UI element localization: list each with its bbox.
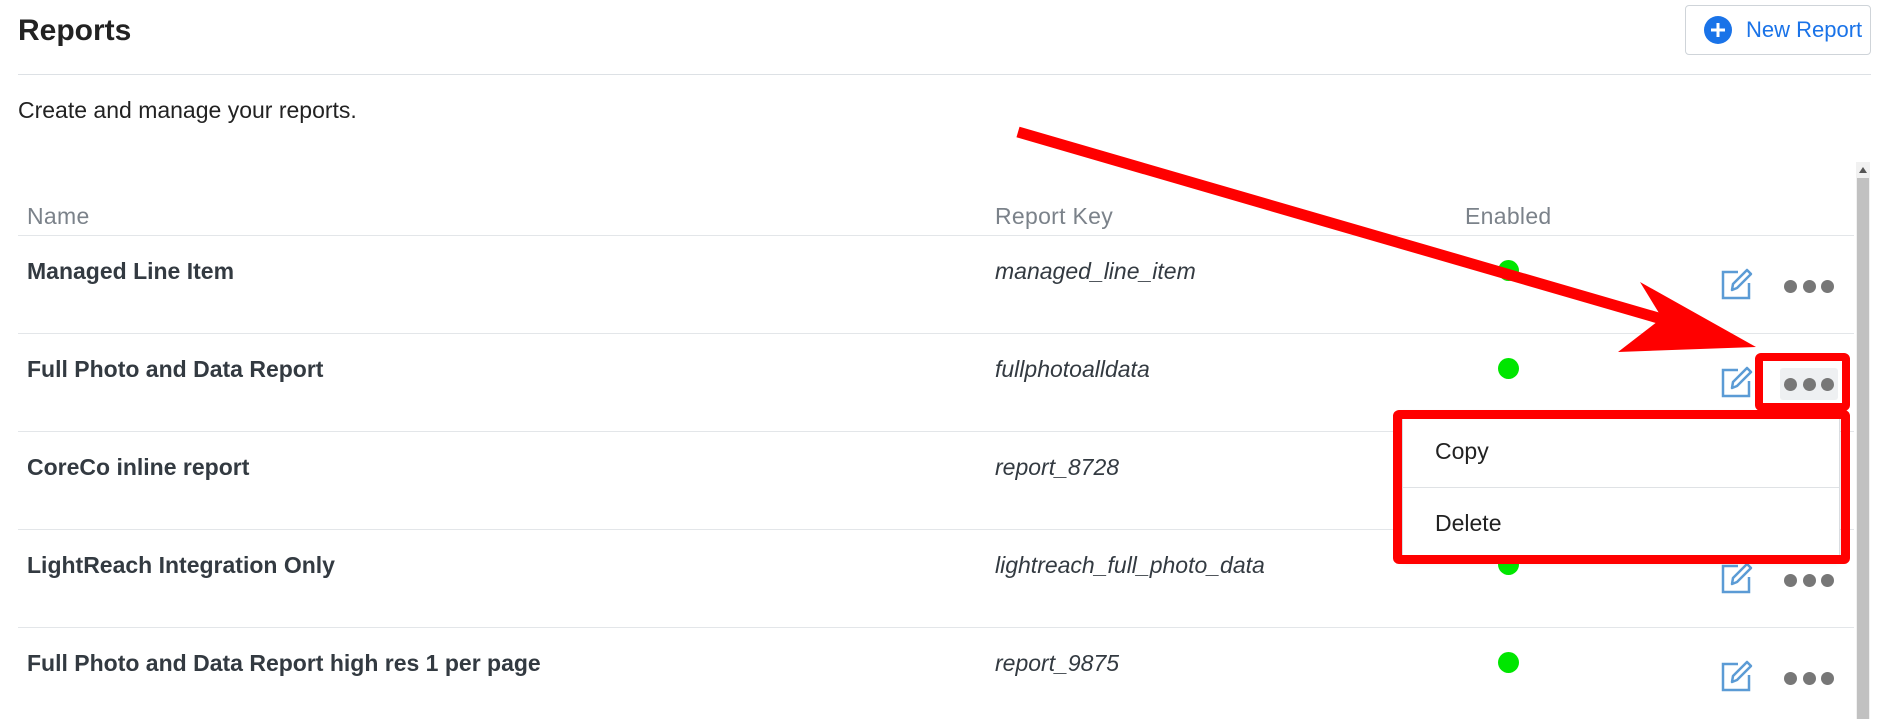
enabled-status-dot bbox=[1498, 260, 1519, 281]
reports-page: Reports New Report Create and manage you… bbox=[0, 0, 1888, 719]
edit-icon[interactable] bbox=[1718, 658, 1754, 694]
scrollbar-thumb[interactable] bbox=[1857, 178, 1869, 719]
plus-circle-icon bbox=[1704, 16, 1732, 44]
report-key: fullphotoalldata bbox=[995, 356, 1150, 382]
annotation-highlight-menu bbox=[1393, 410, 1850, 564]
report-name: Full Photo and Data Report bbox=[27, 356, 324, 382]
more-options-button[interactable] bbox=[1780, 564, 1838, 596]
report-name: LightReach Integration Only bbox=[27, 552, 335, 578]
vertical-scrollbar[interactable] bbox=[1856, 162, 1870, 719]
report-name: Full Photo and Data Report high res 1 pe… bbox=[27, 650, 541, 676]
column-header-name: Name bbox=[27, 203, 90, 229]
page-title: Reports bbox=[18, 14, 132, 47]
annotation-highlight-more-button bbox=[1755, 353, 1850, 411]
table-row: Full Photo and Data Report high res 1 pe… bbox=[18, 628, 1854, 719]
new-report-label: New Report bbox=[1746, 17, 1863, 42]
new-report-button[interactable]: New Report bbox=[1685, 5, 1871, 55]
table-header: Name Report Key Enabled bbox=[18, 193, 1854, 236]
table-row: Managed Line Item managed_line_item bbox=[18, 236, 1854, 334]
report-key: report_9875 bbox=[995, 650, 1120, 676]
column-header-enabled: Enabled bbox=[1465, 203, 1552, 229]
more-options-button[interactable] bbox=[1780, 270, 1838, 302]
report-key: managed_line_item bbox=[995, 258, 1196, 284]
page-header: Reports New Report bbox=[18, 0, 1871, 75]
report-name: Managed Line Item bbox=[27, 258, 235, 284]
report-key: report_8728 bbox=[995, 454, 1120, 480]
report-key: lightreach_full_photo_data bbox=[995, 552, 1265, 578]
more-options-button[interactable] bbox=[1780, 662, 1838, 694]
edit-icon[interactable] bbox=[1718, 560, 1754, 596]
enabled-status-dot bbox=[1498, 358, 1519, 379]
scroll-up-arrow-icon[interactable] bbox=[1856, 162, 1870, 178]
column-header-report-key: Report Key bbox=[995, 203, 1114, 229]
page-subtitle: Create and manage your reports. bbox=[18, 97, 357, 123]
enabled-status-dot bbox=[1498, 652, 1519, 673]
report-name: CoreCo inline report bbox=[27, 454, 250, 480]
edit-icon[interactable] bbox=[1718, 364, 1754, 400]
edit-icon[interactable] bbox=[1718, 266, 1754, 302]
